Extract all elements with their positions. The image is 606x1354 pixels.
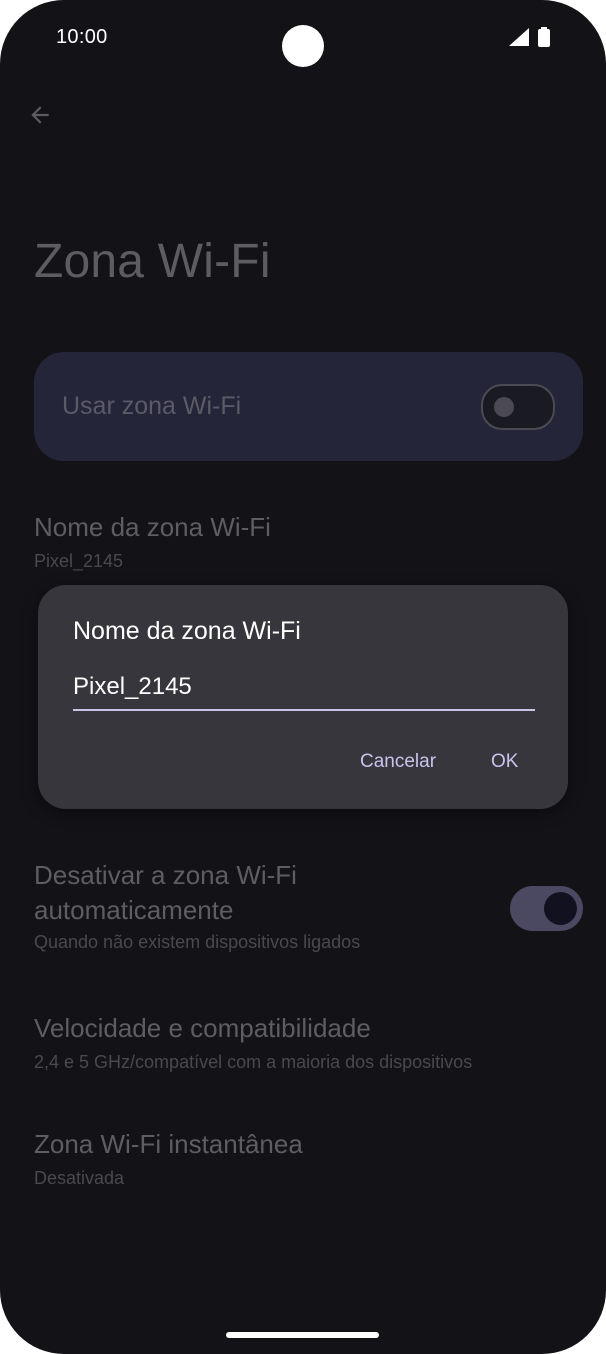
page-title: Zona Wi-Fi [34, 235, 271, 288]
setting-title: Nome da zona Wi-Fi [34, 512, 271, 542]
main-switch-toggle[interactable] [481, 384, 555, 430]
signal-icon [509, 28, 529, 46]
setting-instant-hotspot[interactable]: Zona Wi-Fi instantânea Desativada [34, 1127, 574, 1189]
status-bar: 10:00 [0, 0, 606, 76]
setting-title-line2: automaticamente [34, 895, 234, 925]
home-indicator[interactable] [226, 1332, 379, 1338]
arrow-back-icon [31, 106, 49, 124]
hotspot-name-input[interactable]: Pixel_2145 [73, 669, 535, 711]
battery-icon [538, 27, 550, 47]
auto-disable-toggle[interactable] [510, 886, 583, 931]
dialog-title: Nome da zona Wi-Fi [73, 617, 301, 645]
main-switch-card[interactable]: Usar zona Wi-Fi [34, 352, 583, 461]
toggle-knob [544, 892, 577, 925]
main-switch-label: Usar zona Wi-Fi [62, 392, 242, 420]
setting-title-line1: Desativar a zona Wi-Fi [34, 860, 297, 890]
hotspot-name-input-value[interactable]: Pixel_2145 [73, 673, 192, 701]
setting-subtitle: 2,4 e 5 GHz/compatível com a maioria dos… [34, 1052, 473, 1072]
setting-subtitle: Desativada [34, 1168, 125, 1188]
setting-title: Velocidade e compatibilidade [34, 1013, 371, 1043]
camera-cutout [282, 25, 324, 67]
hotspot-name-dialog: Nome da zona Wi-Fi Pixel_2145 Cancelar O… [38, 585, 568, 809]
setting-auto-disable[interactable]: Desativar a zona Wi-Fi automaticamente Q… [34, 858, 574, 953]
cancel-button[interactable]: Cancelar [360, 751, 436, 773]
status-time: 10:00 [56, 26, 108, 48]
setting-hotspot-name[interactable]: Nome da zona Wi-Fi Pixel_2145 [34, 510, 574, 572]
phone-screen: 10:00 Zona Wi-Fi Usar zona Wi-Fi Nome da… [0, 0, 606, 1354]
toggle-knob [494, 397, 514, 417]
back-button[interactable] [22, 97, 58, 133]
setting-subtitle: Quando não existem dispositivos ligados [34, 932, 361, 952]
setting-title: Zona Wi-Fi instantânea [34, 1129, 303, 1159]
setting-speed-compatibility[interactable]: Velocidade e compatibilidade 2,4 e 5 GHz… [34, 1011, 574, 1073]
ok-button[interactable]: OK [491, 751, 518, 773]
setting-subtitle: Pixel_2145 [34, 551, 124, 571]
